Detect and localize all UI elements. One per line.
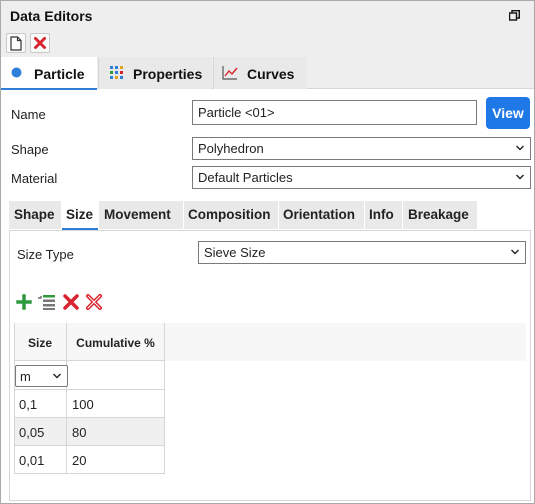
properties-icon — [110, 66, 123, 79]
curves-icon — [222, 66, 238, 80]
table-cell-cumulative[interactable]: 80 — [67, 418, 165, 446]
name-label: Name — [11, 107, 46, 122]
subtab-info[interactable]: Info — [365, 201, 402, 229]
tab-particle[interactable]: Particle — [1, 57, 97, 90]
size-type-label: Size Type — [17, 247, 74, 262]
delete-all-rows-icon[interactable] — [85, 293, 103, 311]
unit-select-value: m — [20, 369, 31, 384]
shape-select-value: Polyhedron — [198, 141, 264, 156]
table-cell-cumulative[interactable]: 20 — [67, 446, 165, 474]
subtab-breakage-label: Breakage — [408, 207, 469, 222]
name-input[interactable]: Particle <01> — [192, 100, 477, 125]
shape-select[interactable]: Polyhedron — [192, 137, 531, 160]
column-header-size[interactable]: Size — [14, 323, 67, 361]
subtab-composition[interactable]: Composition — [184, 201, 278, 229]
tab-curves-label: Curves — [247, 66, 295, 82]
delete-x-icon — [34, 37, 46, 49]
subtab-shape-label: Shape — [14, 207, 55, 222]
subtab-orientation-label: Orientation — [283, 207, 356, 222]
editor-toolbar — [1, 31, 534, 57]
subtab-info-label: Info — [369, 207, 394, 222]
tab-particle-label: Particle — [34, 66, 85, 82]
subtab-shape[interactable]: Shape — [9, 201, 61, 229]
table-cell-size[interactable]: 0,01 — [14, 446, 67, 474]
subtab-movement-label: Movement — [104, 207, 171, 222]
view-button[interactable]: View — [486, 97, 530, 129]
shape-label: Shape — [11, 142, 49, 157]
chevron-down-icon — [516, 174, 524, 180]
delete-button[interactable] — [30, 33, 50, 53]
title-bar: Data Editors — [1, 1, 534, 31]
table-cell-size[interactable]: 0,05 — [14, 418, 67, 446]
chevron-down-icon — [53, 373, 61, 379]
material-label: Material — [11, 171, 58, 186]
column-header-cumulative[interactable]: Cumulative % — [67, 323, 165, 361]
insert-rows-icon[interactable] — [38, 293, 56, 311]
size-type-select[interactable]: Sieve Size — [198, 241, 526, 264]
tab-properties-label: Properties — [133, 66, 203, 82]
tab-curves[interactable]: Curves — [213, 57, 307, 89]
main-tab-bar: Particle Properties Curves — [1, 57, 534, 90]
blue-dot-icon — [11, 67, 22, 78]
unit-select[interactable]: m — [15, 365, 68, 387]
subtab-orientation[interactable]: Orientation — [279, 201, 364, 229]
subtab-composition-label: Composition — [188, 207, 271, 222]
chevron-down-icon — [516, 145, 524, 151]
panel-title: Data Editors — [10, 8, 93, 24]
subtab-size-label: Size — [66, 207, 94, 222]
subtab-movement[interactable]: Movement — [99, 201, 183, 229]
new-document-icon — [10, 36, 22, 51]
size-type-select-value: Sieve Size — [204, 245, 266, 260]
delete-row-icon[interactable] — [62, 293, 80, 311]
subtab-size[interactable]: Size — [62, 201, 98, 230]
unit-empty-cell — [67, 361, 165, 390]
subtab-breakage[interactable]: Breakage — [403, 201, 477, 229]
tab-properties[interactable]: Properties — [98, 57, 212, 89]
new-button[interactable] — [6, 33, 26, 53]
table-cell-cumulative[interactable]: 100 — [67, 390, 165, 418]
grid-left-border — [14, 323, 15, 474]
table-cell-size[interactable]: 0,1 — [14, 390, 67, 418]
material-select[interactable]: Default Particles — [192, 166, 531, 189]
chevron-down-icon — [511, 249, 519, 255]
sub-tab-bar: Shape Size Movement Composition Orientat… — [9, 201, 531, 230]
material-select-value: Default Particles — [198, 170, 293, 185]
add-row-icon[interactable] — [15, 293, 33, 311]
restore-window-icon[interactable] — [509, 10, 520, 21]
data-editors-panel: Data Editors Particle Properties Curves … — [0, 0, 535, 504]
